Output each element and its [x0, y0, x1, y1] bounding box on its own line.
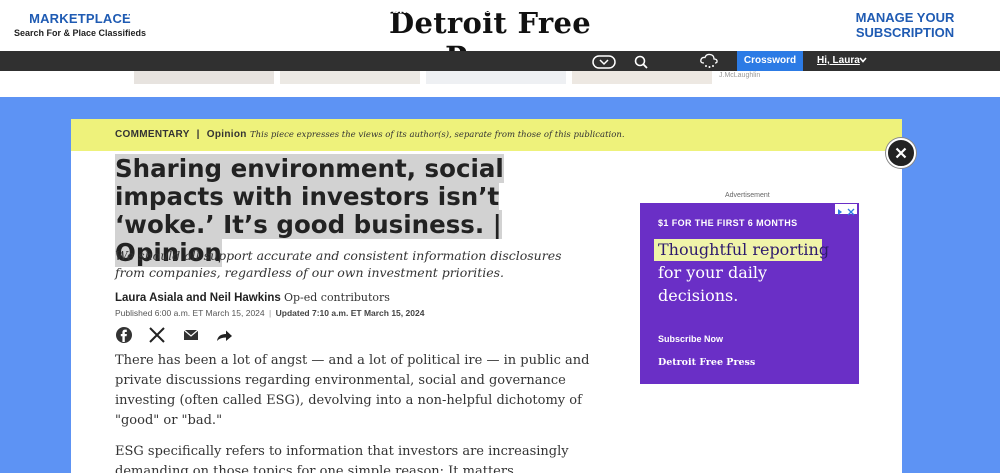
search-icon[interactable]: [634, 54, 648, 70]
publish-dates: Published 6:00 a.m. ET March 15, 2024 | …: [115, 308, 424, 318]
facebook-icon[interactable]: [115, 326, 133, 344]
ad-choices-icon[interactable]: [835, 204, 857, 216]
manage-line-1: MANAGE YOUR: [855, 10, 955, 25]
promo-thumbnail[interactable]: [134, 71, 274, 84]
ad-line-1: Thoughtful reporting: [658, 240, 830, 259]
subscription-ad[interactable]: $1 FOR THE FIRST 6 MONTHS Thoughtful rep…: [640, 203, 859, 384]
marketplace-subtitle: Search For & Place Classifieds: [13, 28, 147, 38]
more-menu-icon[interactable]: [592, 54, 616, 70]
article-paragraph: There has been a lot of angst — and a lo…: [115, 353, 590, 428]
commentary-banner: COMMENTARY | Opinion This piece expresse…: [71, 119, 902, 151]
nav-item-sports[interactable]: Sports: [119, 0, 154, 20]
close-icon: [895, 147, 907, 159]
author-role: Op-ed contributors: [283, 291, 390, 304]
article-body: There has been a lot of angst — and a lo…: [115, 351, 605, 473]
updated-date: Updated 7:10 a.m. ET March 15, 2024: [275, 308, 425, 318]
ad-line-3: decisions.: [658, 286, 739, 305]
account-greeting[interactable]: Hi, Laura: [817, 51, 860, 71]
promo-thumbnail[interactable]: [426, 71, 566, 84]
promo-thumbnail[interactable]: [280, 71, 420, 84]
nav-item-entertainment[interactable]: Entertainment: [221, 0, 295, 20]
manage-line-2: SUBSCRIPTION: [855, 25, 955, 40]
promo-caption: J.McLaughlin: [719, 72, 761, 79]
opinion-disclaimer: This piece expresses the views of its au…: [250, 130, 625, 140]
article-modal: COMMENTARY | Opinion This piece expresse…: [71, 119, 902, 473]
share-arrow-icon[interactable]: [215, 326, 233, 344]
commentary-label: COMMENTARY | Opinion: [115, 129, 247, 140]
section-label: COMMENTARY: [115, 129, 190, 140]
section-separator: |: [196, 129, 200, 140]
chevron-down-icon[interactable]: [858, 55, 868, 65]
author-names[interactable]: Laura Asiala and Neil Hawkins: [115, 292, 281, 304]
nav-item-autos[interactable]: Autos: [171, 0, 202, 20]
ad-label: Advertisement: [725, 192, 770, 199]
weather-temperature[interactable]: 34°F: [671, 0, 694, 20]
section-tag[interactable]: Opinion: [207, 129, 247, 140]
ad-offer: $1 FOR THE FIRST 6 MONTHS: [658, 218, 798, 228]
nav-item-legals[interactable]: Legals: [539, 0, 574, 20]
article-paragraph: ESG specifically refers to information t…: [115, 444, 569, 473]
ad-brand-logo: Detroit Free Press: [658, 357, 756, 368]
manage-subscription-link[interactable]: MANAGE YOUR SUBSCRIPTION: [830, 10, 980, 40]
promo-thumbnail[interactable]: [572, 71, 712, 84]
ad-subscribe-button[interactable]: Subscribe Now: [658, 334, 723, 344]
article-deck: We should all support accurate and consi…: [115, 248, 562, 280]
nav-item-obituaries[interactable]: Obituaries: [384, 0, 438, 20]
email-icon[interactable]: [182, 326, 200, 344]
cloud-snow-icon[interactable]: [699, 53, 719, 69]
ad-line-2: for your daily: [658, 263, 768, 282]
crossword-button[interactable]: Crossword: [737, 51, 803, 71]
date-separator: |: [269, 308, 272, 318]
nav-item-advertise[interactable]: Advertise: [315, 0, 365, 20]
nav-item-news[interactable]: News: [71, 0, 100, 20]
byline: Laura Asiala and Neil Hawkins Op-ed cont…: [115, 291, 390, 304]
share-toolbar: [115, 326, 244, 344]
nav-item-enewspaper[interactable]: eNewspaper: [456, 0, 521, 20]
close-modal-button[interactable]: [886, 138, 916, 168]
published-date: Published 6:00 a.m. ET March 15, 2024: [115, 308, 265, 318]
x-twitter-icon[interactable]: [148, 326, 166, 344]
